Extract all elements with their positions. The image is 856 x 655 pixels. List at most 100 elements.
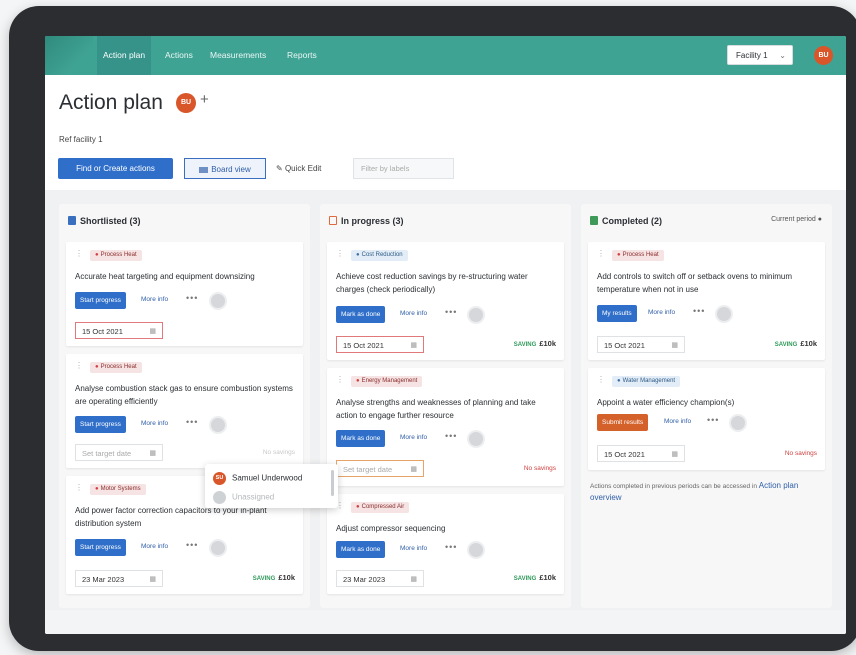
nav-measurements[interactable]: Measurements (204, 36, 272, 75)
nav-reports[interactable]: Reports (281, 36, 323, 75)
brand-logo (45, 36, 93, 75)
target-date-field[interactable]: 23 Mar 2023 ▦ (75, 570, 163, 587)
user-avatar: SU (213, 472, 226, 485)
more-options-icon[interactable]: ••• (693, 306, 705, 316)
column-header: Completed (2) (590, 216, 662, 226)
mark-as-done-button[interactable]: Mark as done (336, 430, 386, 447)
action-card[interactable]: ⋮ ● Cost Reduction Achieve cost reduction… (327, 242, 564, 360)
card-title[interactable]: Analyse strengths and weaknesses of plan… (336, 396, 558, 422)
assignee-avatar[interactable] (467, 306, 485, 324)
pin-icon: ● (95, 364, 99, 370)
target-date-field[interactable]: 15 Oct 2021 ▦ (597, 445, 685, 462)
start-progress-button[interactable]: Start progress (75, 292, 126, 309)
add-member-icon[interactable]: + (200, 91, 209, 108)
more-options-icon[interactable]: ••• (445, 431, 457, 441)
more-info-link[interactable]: More info (664, 418, 691, 425)
start-progress-button[interactable]: Start progress (75, 416, 126, 433)
drag-handle-icon[interactable]: ⋮ (75, 361, 83, 370)
assignee-option-samuel[interactable]: SU Samuel Underwood (213, 472, 302, 485)
card-title[interactable]: Adjust compressor sequencing (336, 522, 558, 535)
previous-periods-note: Actions completed in previous periods ca… (590, 480, 826, 504)
more-options-icon[interactable]: ••• (186, 293, 198, 303)
mark-as-done-button[interactable]: Mark as done (336, 306, 386, 323)
user-avatar[interactable]: BU (814, 46, 833, 65)
more-options-icon[interactable]: ••• (186, 417, 198, 427)
target-date-value: 15 Oct 2021 (343, 341, 384, 350)
page-title: Action plan (59, 91, 163, 114)
action-card[interactable]: ⋮ ● Compressed Air Adjust compressor sequ… (327, 494, 564, 594)
more-info-link[interactable]: More info (400, 310, 427, 317)
category-tag: ● Energy Management (351, 376, 423, 387)
current-period-toggle[interactable]: Current period ● (771, 216, 822, 223)
drag-handle-icon[interactable]: ⋮ (75, 483, 83, 492)
previous-periods-text: Actions completed in previous periods ca… (590, 483, 757, 490)
column-title: Shortlisted (3) (80, 216, 141, 226)
more-info-link[interactable]: More info (400, 545, 427, 552)
card-title[interactable]: Accurate heat targeting and equipment do… (75, 270, 297, 283)
more-info-link[interactable]: More info (141, 420, 168, 427)
assignee-avatar[interactable] (209, 539, 227, 557)
target-date-field[interactable]: Set target date ▦ (336, 460, 424, 477)
submit-results-button[interactable]: Submit results (597, 414, 649, 431)
card-title[interactable]: Add controls to switch off or setback ov… (597, 270, 819, 296)
action-card[interactable]: ⋮ ● Process Heat Accurate heat targeting … (66, 242, 303, 346)
target-date-field[interactable]: Set target date ▦ (75, 444, 163, 461)
dropdown-scrollbar[interactable] (331, 470, 334, 496)
column-header: Shortlisted (3) (68, 216, 141, 226)
category-tag: ● Process Heat (612, 250, 664, 261)
action-card[interactable]: ⋮ ● Water Management Appoint a water effi… (588, 368, 825, 470)
board-view-button[interactable]: Board view (184, 158, 266, 179)
nav-action-plan[interactable]: Action plan (97, 36, 152, 75)
target-date-field[interactable]: 23 Mar 2023 ▦ (336, 570, 424, 587)
mark-as-done-button[interactable]: Mark as done (336, 541, 386, 558)
assignee-avatar[interactable] (467, 430, 485, 448)
owner-avatar[interactable]: BU (176, 93, 196, 113)
assignee-avatar[interactable] (715, 305, 733, 323)
saving-value: SAVING £10k (514, 339, 556, 348)
column-in-progress: In progress (3) ⋮ ● Cost Reduction Achiev… (320, 204, 571, 608)
target-date-field[interactable]: 15 Oct 2021 ▦ (336, 336, 424, 353)
more-info-link[interactable]: More info (141, 296, 168, 303)
more-info-link[interactable]: More info (400, 434, 427, 441)
drag-handle-icon[interactable]: ⋮ (597, 249, 605, 258)
top-navigation: Action plan Actions Measurements Reports… (45, 36, 846, 75)
drag-handle-icon[interactable]: ⋮ (336, 249, 344, 258)
assignee-avatar[interactable] (209, 292, 227, 310)
nav-actions[interactable]: Actions (159, 36, 199, 75)
saving-amount: £10k (539, 339, 556, 348)
my-results-button[interactable]: My results (597, 305, 637, 322)
saving-status: No savings (523, 465, 556, 472)
start-progress-button[interactable]: Start progress (75, 539, 126, 556)
assignee-avatar[interactable] (209, 416, 227, 434)
action-card[interactable]: ⋮ ● Process Heat Add controls to switch o… (588, 242, 825, 360)
more-options-icon[interactable]: ••• (186, 540, 198, 550)
drag-handle-icon[interactable]: ⋮ (75, 249, 83, 258)
empty-avatar-icon (213, 491, 226, 504)
more-options-icon[interactable]: ••• (445, 307, 457, 317)
quick-edit-button[interactable]: ✎ Quick Edit (276, 164, 321, 173)
tag-label: Process Heat (622, 252, 659, 258)
more-info-link[interactable]: More info (141, 543, 168, 550)
drag-handle-icon[interactable]: ⋮ (597, 375, 605, 384)
label-filter-input[interactable]: Filter by labels (353, 158, 454, 179)
card-title[interactable]: Achieve cost reduction savings by re-str… (336, 270, 558, 296)
assignee-avatar[interactable] (467, 541, 485, 559)
assignee-option-unassigned[interactable]: Unassigned (213, 491, 274, 504)
find-create-actions-button[interactable]: Find or Create actions (58, 158, 173, 179)
target-date-field[interactable]: 15 Oct 2021 ▦ (597, 336, 685, 353)
action-card[interactable]: ⋮ ● Energy Management Analyse strengths a… (327, 368, 564, 486)
action-card[interactable]: ⋮ ● Process Heat Analyse combustion stack… (66, 354, 303, 468)
board-view-label: Board view (211, 165, 251, 174)
pin-icon: ● (617, 252, 621, 258)
tag-label: Process Heat (100, 252, 137, 258)
more-options-icon[interactable]: ••• (445, 542, 457, 552)
assignee-avatar[interactable] (729, 414, 747, 432)
card-title[interactable]: Appoint a water efficiency champion(s) (597, 396, 819, 409)
card-title[interactable]: Analyse combustion stack gas to ensure c… (75, 382, 297, 408)
more-info-link[interactable]: More info (648, 309, 675, 316)
saving-label: SAVING (774, 342, 798, 348)
facility-select[interactable]: Facility 1 ⌄ (727, 45, 793, 65)
more-options-icon[interactable]: ••• (707, 415, 719, 425)
target-date-field[interactable]: 15 Oct 2021 ▦ (75, 322, 163, 339)
drag-handle-icon[interactable]: ⋮ (336, 375, 344, 384)
